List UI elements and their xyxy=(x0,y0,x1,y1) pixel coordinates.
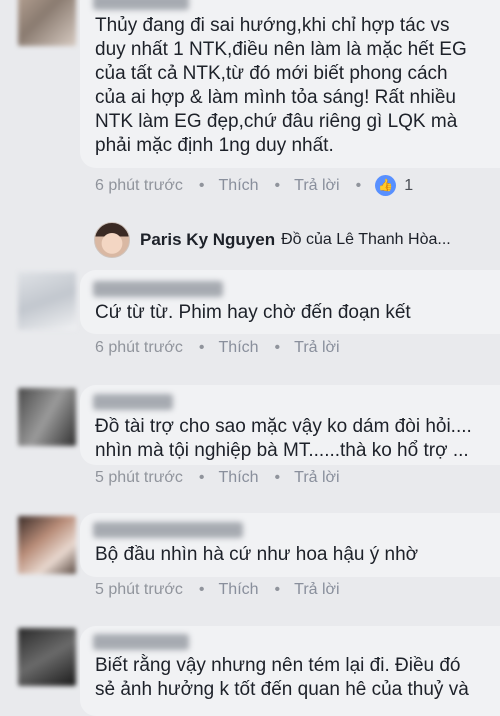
reply-link[interactable]: Trả lời xyxy=(294,581,339,599)
separator: • xyxy=(198,469,205,486)
like-link[interactable]: Thích xyxy=(219,177,259,195)
reply-link[interactable]: Trả lời xyxy=(294,469,339,487)
commenter-name-blurred[interactable] xyxy=(93,634,189,650)
reply-preview[interactable]: Paris Ky Nguyen Đồ của Lê Thanh Hòa... xyxy=(94,222,451,258)
comment-meta: 6 phút trước • Thích • Trả lời • 👍 1 xyxy=(95,175,413,196)
comment-meta: 5 phút trước • Thích • Trả lời xyxy=(95,469,340,487)
separator: • xyxy=(198,581,205,598)
commenter-avatar[interactable] xyxy=(18,272,76,330)
separator: • xyxy=(274,469,281,486)
commenter-name-blurred[interactable] xyxy=(93,0,189,10)
reply-snippet: Đồ của Lê Thanh Hòa... xyxy=(281,231,451,248)
comment-text: Biết rằng vậy nhưng nên tém lại đi. Điều… xyxy=(95,655,469,700)
separator: • xyxy=(274,176,281,194)
separator: • xyxy=(198,176,205,194)
like-link[interactable]: Thích xyxy=(219,339,259,357)
separator: • xyxy=(355,176,362,194)
separator: • xyxy=(198,339,205,356)
comment-text: Cứ từ từ. Phim hay chờ đến đoạn kết xyxy=(95,302,411,323)
separator: • xyxy=(274,339,281,356)
reply-link[interactable]: Trả lời xyxy=(294,339,339,357)
comment-meta: 5 phút trước • Thích • Trả lời xyxy=(95,581,340,599)
comment-meta: 6 phút trước • Thích • Trả lời xyxy=(95,339,340,357)
like-link[interactable]: Thích xyxy=(219,469,259,487)
comment-time: 6 phút trước xyxy=(95,339,183,356)
replier-avatar[interactable] xyxy=(94,222,130,258)
commenter-avatar[interactable] xyxy=(18,388,76,446)
comment-text: Đồ tài trợ cho sao mặc vậy ko dám đòi hỏ… xyxy=(95,416,472,461)
commenter-avatar[interactable] xyxy=(18,628,76,686)
thumbs-up-icon[interactable]: 👍 xyxy=(375,175,397,196)
like-count: 1 xyxy=(404,176,414,194)
commenter-name-blurred[interactable] xyxy=(93,522,243,538)
separator: • xyxy=(274,581,281,598)
commenter-avatar[interactable] xyxy=(18,0,76,46)
replier-name[interactable]: Paris Ky Nguyen xyxy=(140,230,275,250)
comment-time: 5 phút trước xyxy=(95,581,183,598)
comment-time: 6 phút trước xyxy=(95,176,183,194)
commenter-avatar[interactable] xyxy=(18,516,76,574)
comment-time: 5 phút trước xyxy=(95,469,183,486)
reply-link[interactable]: Trả lời xyxy=(294,177,339,195)
like-link[interactable]: Thích xyxy=(219,581,259,599)
comment-text: Bộ đầu nhìn hà cứ như hoa hậu ý nhờ xyxy=(95,544,419,565)
comment-text: Thủy đang đi sai hướng,khi chỉ hợp tác v… xyxy=(95,15,467,156)
commenter-name-blurred[interactable] xyxy=(93,281,223,297)
commenter-name-blurred[interactable] xyxy=(93,394,173,410)
